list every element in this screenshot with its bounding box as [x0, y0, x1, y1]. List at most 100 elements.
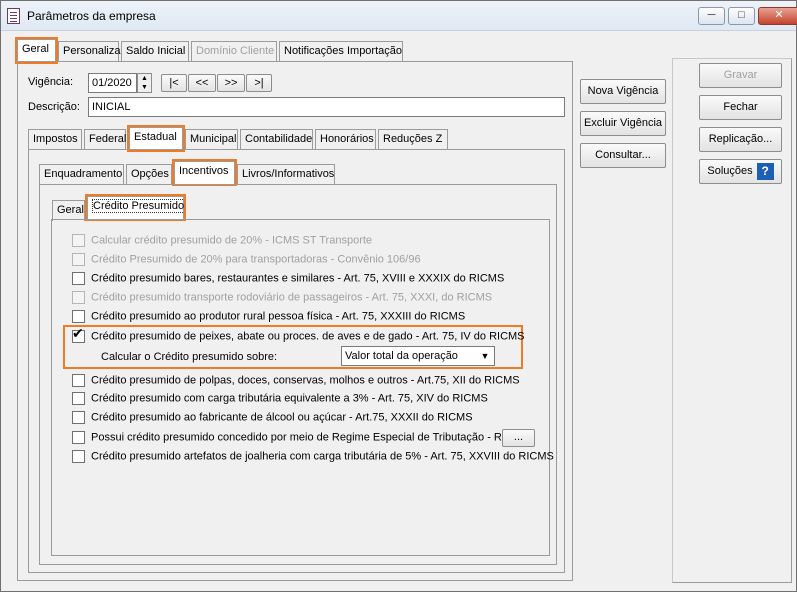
check-polpas-doces[interactable]: Crédito presumido de polpas, doces, cons…	[72, 374, 520, 390]
tab-label: Opções	[131, 168, 169, 180]
tab-label: Reduções Z	[383, 133, 443, 145]
check-mark-icon: ✔	[72, 325, 84, 341]
last-button[interactable]: >|	[246, 74, 272, 92]
tab-label: Federal	[89, 133, 127, 145]
tab-dominio-cliente[interactable]: Domínio Cliente	[191, 41, 277, 62]
document-icon	[7, 8, 20, 24]
check-regime-especial[interactable]: Possui crédito presumido concedido por m…	[72, 431, 516, 447]
tab-personaliza[interactable]: Personaliza	[58, 41, 121, 62]
calc-sobre-select[interactable]: Valor total da operação ▼	[341, 346, 495, 366]
descricao-label: Descrição:	[28, 101, 80, 113]
minimize-button[interactable]: ─	[698, 7, 725, 25]
tab-opcoes[interactable]: Opções	[126, 164, 172, 185]
tab-estadual[interactable]: Estadual	[127, 125, 185, 152]
check-label: Crédito presumido bares, restaurantes e …	[91, 272, 505, 285]
checkbox-icon[interactable]	[72, 411, 85, 424]
tab-label: Enquadramento	[44, 168, 123, 180]
help-icon: ?	[756, 162, 774, 180]
checkbox-icon[interactable]	[72, 310, 85, 323]
tab-credito-presumido[interactable]: Crédito Presumido	[85, 194, 186, 221]
check-transporte-passageiros[interactable]: Crédito presumido transporte rodoviário …	[72, 291, 492, 307]
checkbox-icon[interactable]: ✔	[72, 326, 85, 343]
tab-label: Livros/Informativos	[242, 168, 335, 180]
checkbox-icon[interactable]	[72, 272, 85, 285]
tab-livros-informativos[interactable]: Livros/Informativos	[237, 164, 335, 185]
check-label: Crédito presumido ao produtor rural pess…	[91, 310, 466, 323]
check-produtor-rural[interactable]: Crédito presumido ao produtor rural pess…	[72, 310, 465, 326]
calc-sobre-label: Calcular o Crédito presumido sobre:	[101, 351, 278, 363]
checkbox-icon[interactable]	[72, 374, 85, 387]
replicacao-button[interactable]: Replicação...	[699, 127, 782, 152]
spin-down-icon[interactable]: ▼	[138, 83, 151, 92]
tab-label: Contabilidade	[245, 133, 313, 145]
vigencia-label: Vigência:	[28, 76, 74, 88]
checkbox-icon[interactable]	[72, 392, 85, 405]
checkbox-icon[interactable]	[72, 450, 85, 463]
check-joalheria[interactable]: Crédito presumido artefatos de joalheria…	[72, 450, 554, 466]
close-button[interactable]: ✕	[758, 7, 797, 25]
vigencia-spinner[interactable]: ▲ ▼	[137, 73, 152, 93]
solucoes-button[interactable]: Soluções?	[699, 159, 782, 184]
ret-browse-button[interactable]: ...	[502, 429, 535, 447]
check-label: Calcular crédito presumido de 20% - ICMS…	[91, 234, 373, 247]
tab-label: Honorários	[320, 133, 374, 145]
first-button[interactable]: |<	[161, 74, 187, 92]
title-bar: Parâmetros da empresa ─ □ ✕	[1, 1, 797, 31]
check-label: Crédito presumido artefatos de joalheria…	[91, 450, 554, 463]
tab-label: Geral	[22, 43, 49, 55]
previous-button[interactable]: <<	[188, 74, 216, 92]
tab-reducoes-z[interactable]: Reduções Z	[378, 129, 448, 150]
tab-geral[interactable]: Geral	[15, 37, 58, 64]
tab-incentivos[interactable]: Incentivos	[172, 159, 237, 186]
tab-label: Saldo Inicial	[126, 45, 186, 57]
dropdown-arrow-icon[interactable]: ▼	[477, 348, 493, 364]
maximize-button[interactable]: □	[728, 7, 755, 25]
check-label: Crédito Presumido de 20% para transporta…	[91, 253, 421, 266]
gravar-button[interactable]: Gravar	[699, 63, 782, 88]
check-label: Crédito presumido transporte rodoviário …	[91, 291, 493, 304]
check-label: Crédito presumido ao fabricante de álcoo…	[91, 411, 473, 424]
tab-enquadramento[interactable]: Enquadramento	[39, 164, 124, 185]
tab-impostos[interactable]: Impostos	[28, 129, 82, 150]
parametros-window: Parâmetros da empresa ─ □ ✕ Geral Person…	[0, 0, 797, 592]
vigencia-input[interactable]: 01/2020	[88, 73, 137, 93]
fechar-button[interactable]: Fechar	[699, 95, 782, 120]
tab-saldo-inicial[interactable]: Saldo Inicial	[121, 41, 189, 62]
excluir-vigencia-button[interactable]: Excluir Vigência	[580, 111, 666, 136]
tab-federal[interactable]: Federal	[84, 129, 126, 150]
solucoes-label: Soluções	[707, 165, 753, 177]
check-bares-restaurantes[interactable]: Crédito presumido bares, restaurantes e …	[72, 272, 504, 288]
tab-label: Personaliza	[63, 45, 121, 57]
check-alcool-acucar[interactable]: Crédito presumido ao fabricante de álcoo…	[72, 411, 473, 427]
tab-label: Incentivos	[179, 165, 229, 177]
spin-up-icon[interactable]: ▲	[138, 74, 151, 83]
tab-notificacoes-importacao[interactable]: Notificações Importação	[279, 41, 403, 62]
nova-vigencia-button[interactable]: Nova Vigência	[580, 79, 666, 104]
tab-label: Notificações Importação	[284, 45, 402, 57]
tab-honorarios[interactable]: Honorários	[315, 129, 376, 150]
tab-municipal[interactable]: Municipal	[185, 129, 238, 150]
tab-incentivos-geral[interactable]: Geral	[52, 200, 85, 221]
calc-sobre-value: Valor total da operação	[345, 350, 458, 362]
tab-label: Impostos	[33, 133, 78, 145]
check-icms-st-transporte[interactable]: Calcular crédito presumido de 20% - ICMS…	[72, 234, 372, 250]
check-label: Crédito presumido de polpas, doces, cons…	[91, 374, 520, 387]
checkbox-icon[interactable]	[72, 291, 85, 304]
check-transportadoras[interactable]: Crédito Presumido de 20% para transporta…	[72, 253, 421, 269]
descricao-input[interactable]: INICIAL	[88, 97, 565, 117]
checkbox-icon[interactable]	[72, 431, 85, 444]
checkbox-icon[interactable]	[72, 253, 85, 266]
tab-contabilidade[interactable]: Contabilidade	[240, 129, 313, 150]
consultar-button[interactable]: Consultar...	[580, 143, 666, 168]
tab-label: Crédito Presumido	[91, 199, 186, 213]
window-title: Parâmetros da empresa	[27, 9, 156, 23]
tab-label: Domínio Cliente	[196, 45, 275, 57]
check-peixes-aves-gado[interactable]: ✔ Crédito presumido de peixes, abate ou p…	[72, 326, 525, 346]
check-carga-3[interactable]: Crédito presumido com carga tributária e…	[72, 392, 488, 408]
tab-label: Municipal	[190, 133, 237, 145]
next-button[interactable]: >>	[217, 74, 245, 92]
tab-label: Estadual	[134, 131, 177, 143]
tab-label: Geral	[57, 204, 84, 216]
check-label: Crédito presumido com carga tributária e…	[91, 392, 488, 405]
checkbox-icon[interactable]	[72, 234, 85, 247]
